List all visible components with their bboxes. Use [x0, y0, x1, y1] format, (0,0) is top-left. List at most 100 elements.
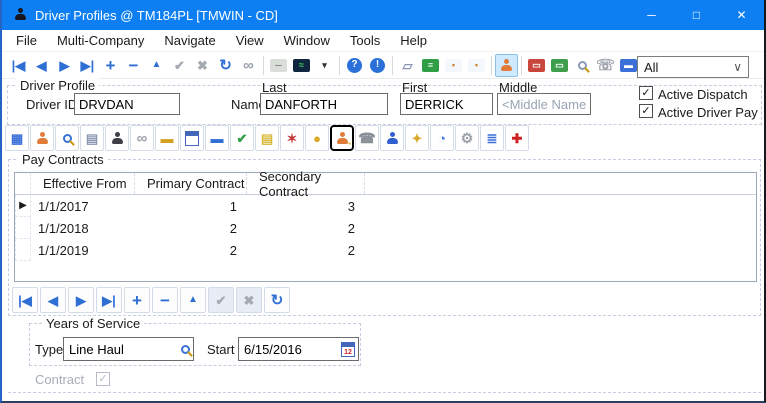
- menu-multi-company[interactable]: Multi-Company: [47, 31, 154, 50]
- lookup-icon[interactable]: [181, 345, 190, 354]
- minimize-button[interactable]: ─: [629, 0, 674, 30]
- driver-profile-button[interactable]: [495, 54, 518, 77]
- save-button[interactable]: ✔: [168, 54, 191, 77]
- phone-icon[interactable]: ☎: [355, 125, 379, 151]
- calendar-icon[interactable]: [180, 125, 204, 151]
- type-field[interactable]: [63, 337, 194, 361]
- trailer-button[interactable]: ▭: [548, 54, 571, 77]
- copy-document-button[interactable]: ▱: [396, 54, 419, 77]
- document-check-icon[interactable]: ✔: [230, 125, 254, 151]
- first-name-field[interactable]: [400, 93, 493, 115]
- row-selector-cell[interactable]: [15, 217, 31, 239]
- cell-effective-from[interactable]: 1/1/2018: [31, 217, 135, 239]
- grid-prev-button[interactable]: ◀: [40, 287, 66, 313]
- cell-secondary-contract[interactable]: 2: [247, 239, 365, 261]
- tractor-button[interactable]: ▭: [525, 54, 548, 77]
- last-name-field[interactable]: [260, 93, 388, 115]
- column-header-effective-from[interactable]: Effective From: [31, 173, 135, 194]
- equipment-weights-icon[interactable]: ∞: [130, 125, 154, 151]
- chevron-down-icon: ∨: [727, 60, 748, 74]
- driver-security-icon[interactable]: ▪: [330, 125, 354, 151]
- start-field[interactable]: 12: [238, 337, 359, 361]
- menu-file[interactable]: File: [6, 31, 47, 50]
- key-icon[interactable]: ✦: [405, 125, 429, 151]
- grid-refresh-button[interactable]: ↻: [264, 287, 290, 313]
- money-bag-icon[interactable]: ●: [305, 125, 329, 151]
- start-label: Start: [207, 342, 234, 357]
- network-icon[interactable]: ✶: [280, 125, 304, 151]
- refresh-button[interactable]: ↻: [214, 54, 237, 77]
- active-driver-pay-checkbox[interactable]: [639, 104, 653, 118]
- menu-view[interactable]: View: [226, 31, 274, 50]
- officer-icon[interactable]: [380, 125, 404, 151]
- close-button[interactable]: ✕: [719, 0, 764, 30]
- help-button[interactable]: ?: [343, 54, 366, 77]
- grid-save-button[interactable]: ✔: [208, 287, 234, 313]
- info-button[interactable]: !: [366, 54, 389, 77]
- column-header-primary-contract[interactable]: Primary Contract: [135, 173, 247, 194]
- collapse-button[interactable]: ▲: [145, 54, 168, 77]
- grid-next-button[interactable]: ▶: [68, 287, 94, 313]
- grid-first-button[interactable]: |◀: [12, 287, 38, 313]
- active-dispatch-checkbox[interactable]: [639, 86, 653, 100]
- add-record-button[interactable]: +: [99, 54, 122, 77]
- wrench-icon[interactable]: ⚙: [455, 125, 479, 151]
- middle-name-field[interactable]: [497, 93, 591, 115]
- grid-add-button[interactable]: +: [124, 287, 150, 313]
- clock-play-icon[interactable]: ◔: [430, 125, 454, 151]
- table-row[interactable]: 1/1/201822: [15, 217, 756, 239]
- cell-effective-from[interactable]: 1/1/2017: [31, 195, 135, 217]
- table-row[interactable]: 1/1/201922: [15, 239, 756, 261]
- column-header-secondary-contract[interactable]: Secondary Contract: [247, 173, 365, 194]
- menu-navigate[interactable]: Navigate: [154, 31, 225, 50]
- cancel-button[interactable]: ✖: [191, 54, 214, 77]
- calendar-picker-icon[interactable]: 12: [341, 342, 355, 357]
- cell-primary-contract[interactable]: 2: [135, 217, 247, 239]
- driver-id-field[interactable]: [74, 93, 180, 115]
- print-button[interactable]: ─: [267, 54, 290, 77]
- cell-secondary-contract[interactable]: 2: [247, 217, 365, 239]
- search-icon[interactable]: [55, 125, 79, 151]
- cell-primary-contract[interactable]: 1: [135, 195, 247, 217]
- profile-checklist-icon[interactable]: ▤: [80, 125, 104, 151]
- grid-cancel-button[interactable]: ✖: [236, 287, 262, 313]
- next-record-button[interactable]: ▶: [53, 54, 76, 77]
- row-selector-cell[interactable]: ▶: [15, 195, 31, 217]
- grid-collapse-button[interactable]: ▲: [180, 287, 206, 313]
- cell-secondary-contract[interactable]: 3: [247, 195, 365, 217]
- first-record-button[interactable]: |◀: [7, 54, 30, 77]
- menu-help[interactable]: Help: [390, 31, 437, 50]
- cell-effective-from[interactable]: 1/1/2019: [31, 239, 135, 261]
- grid-last-button[interactable]: ▶|: [96, 287, 122, 313]
- chauffeur-icon[interactable]: [105, 125, 129, 151]
- address-book-button[interactable]: ≡: [419, 54, 442, 77]
- monitor-dropdown-caret[interactable]: ▾: [313, 54, 336, 77]
- notes-icon[interactable]: ▤: [255, 125, 279, 151]
- find-binoculars-button[interactable]: ∞: [237, 54, 260, 77]
- prev-record-button[interactable]: ◀: [30, 54, 53, 77]
- delete-record-button[interactable]: −: [122, 54, 145, 77]
- filter-dropdown[interactable]: All ∨: [637, 56, 749, 78]
- start-input[interactable]: [244, 342, 341, 357]
- wallet-icon[interactable]: ▬: [205, 125, 229, 151]
- medical-icon[interactable]: ✚: [505, 125, 529, 151]
- system-monitor-button[interactable]: ≈: [290, 54, 313, 77]
- grid-delete-button[interactable]: −: [152, 287, 178, 313]
- pay-card-icon[interactable]: ▬: [155, 125, 179, 151]
- type-input[interactable]: [69, 342, 181, 357]
- cell-primary-contract[interactable]: 2: [135, 239, 247, 261]
- last-record-button[interactable]: ▶|: [76, 54, 99, 77]
- driver-info-icon[interactable]: [30, 125, 54, 151]
- row-selector-cell[interactable]: [15, 239, 31, 261]
- contact-card-button[interactable]: ▪: [442, 54, 465, 77]
- carrier-search-button[interactable]: [571, 54, 594, 77]
- table-body: ▶1/1/2017131/1/2018221/1/201922: [15, 195, 756, 261]
- menu-window[interactable]: Window: [274, 31, 340, 50]
- phone-handset-button[interactable]: ☏: [594, 54, 617, 77]
- report-icon[interactable]: ≣: [480, 125, 504, 151]
- pay-rates-icon[interactable]: ▦: [5, 125, 29, 151]
- maximize-button[interactable]: □: [674, 0, 719, 30]
- contact-card-alt-button[interactable]: ▪: [465, 54, 488, 77]
- table-row[interactable]: ▶1/1/201713: [15, 195, 756, 217]
- menu-tools[interactable]: Tools: [340, 31, 390, 50]
